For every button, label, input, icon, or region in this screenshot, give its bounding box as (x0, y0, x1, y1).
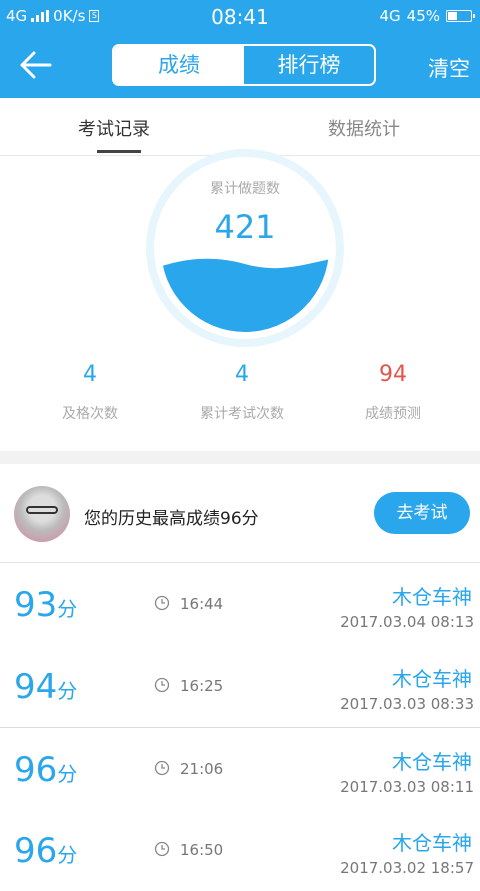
section-divider (0, 451, 480, 464)
record-duration: 16:44 (180, 595, 224, 613)
record-score: 96分 (14, 831, 77, 871)
record-duration: 21:06 (180, 760, 224, 778)
arrow-left-icon[interactable] (16, 47, 56, 83)
score-value: 96 (14, 750, 58, 790)
clock-icon (154, 595, 170, 611)
segment-leaderboard[interactable]: 排行榜 (244, 46, 374, 84)
clock-icon (154, 841, 170, 857)
record-duration: 16:25 (180, 677, 224, 695)
record-username: 木仓车神 (392, 831, 472, 855)
record-row[interactable]: 96分 21:06 木仓车神 2017.03.03 08:11 (0, 727, 480, 810)
record-username: 木仓车神 (392, 667, 472, 691)
best-score-text: 您的历史最高成绩96分 (84, 509, 259, 529)
record-row[interactable]: 93分 16:44 木仓车神 2017.03.04 08:13 (0, 563, 480, 645)
stat-pass-count: 4 及格次数 (10, 362, 170, 423)
status-bar: 4G 0K/s S 08:41 4G 45% (0, 0, 480, 33)
stat-label: 成绩预测 (365, 406, 421, 422)
stat-value: 94 (379, 362, 407, 387)
record-username: 木仓车神 (392, 585, 472, 609)
avatar (14, 486, 70, 542)
score-unit: 分 (57, 679, 78, 703)
navbar: 成绩 排行榜 清空 (0, 33, 480, 98)
network-type-right: 4G (379, 7, 401, 25)
score-value: 93 (14, 585, 58, 625)
clock-icon (154, 677, 170, 693)
stat-label: 及格次数 (62, 406, 118, 422)
score-value: 94 (14, 667, 58, 707)
best-score-banner: 您的历史最高成绩96分 去考试 (0, 464, 480, 563)
score-value: 96 (14, 831, 58, 871)
summary-section: 累计做题数 421 4 及格次数 4 累计考试次数 94 成绩预测 (0, 149, 480, 451)
avatar-glasses-shape (26, 506, 58, 514)
tab-data-statistics[interactable]: 数据统计 (328, 115, 400, 141)
progress-circle: 累计做题数 421 (145, 148, 345, 348)
record-row[interactable]: 94分 16:25 木仓车神 2017.03.03 08:33 (0, 645, 480, 727)
record-date: 2017.03.02 18:57 (340, 859, 474, 877)
stat-score-prediction: 94 成绩预测 (313, 362, 473, 423)
segment-scores[interactable]: 成绩 (114, 46, 244, 84)
total-questions-value: 421 (214, 208, 276, 246)
clear-button[interactable]: 清空 (428, 53, 470, 83)
record-row[interactable]: 96分 16:50 木仓车神 2017.03.02 18:57 (0, 809, 480, 891)
stat-exam-count: 4 累计考试次数 (162, 362, 322, 423)
record-score: 93分 (14, 585, 77, 625)
record-date: 2017.03.03 08:11 (340, 778, 474, 796)
stat-value: 4 (83, 362, 97, 387)
score-unit: 分 (57, 597, 78, 621)
tab-indicator (97, 150, 141, 153)
score-unit: 分 (57, 843, 78, 867)
record-date: 2017.03.03 08:33 (340, 695, 474, 713)
tab-exam-records[interactable]: 考试记录 (78, 115, 150, 141)
stat-value: 4 (235, 362, 249, 387)
record-username: 木仓车神 (392, 750, 472, 774)
battery-percent: 45% (406, 7, 440, 25)
record-duration: 16:50 (180, 841, 224, 859)
score-unit: 分 (57, 762, 78, 786)
status-right: 4G 45% (379, 7, 475, 25)
go-exam-button[interactable]: 去考试 (374, 492, 470, 534)
clock-icon (154, 760, 170, 776)
stat-label: 累计考试次数 (200, 406, 284, 422)
record-score: 94分 (14, 667, 77, 707)
battery-icon (446, 10, 475, 22)
total-questions-label: 累计做题数 (210, 181, 280, 197)
record-score: 96分 (14, 750, 77, 790)
record-date: 2017.03.04 08:13 (340, 613, 474, 631)
segmented-control: 成绩 排行榜 (112, 44, 376, 86)
